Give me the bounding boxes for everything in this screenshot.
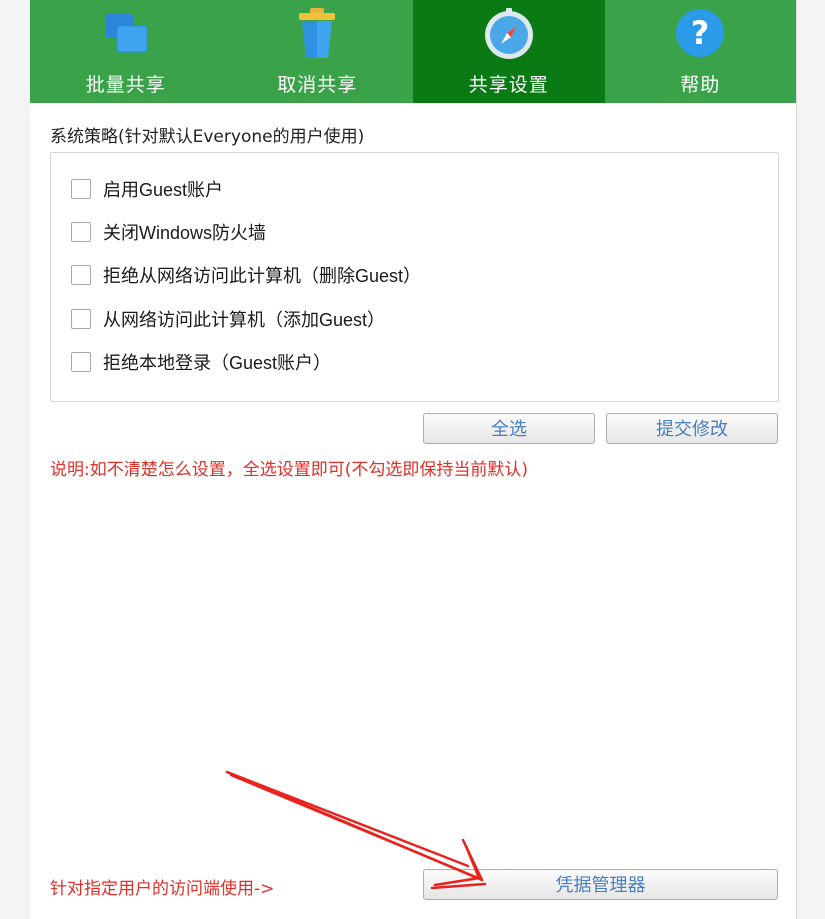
policy-group-box: 启用Guest账户 关闭Windows防火墙 拒绝从网络访问此计算机（删除Gue…	[50, 152, 779, 402]
tab-cancel-share[interactable]: 取消共享	[222, 0, 414, 103]
instruction-note: 说明:如不清楚怎么设置，全选设置即可(不勾选即保持当前默认)	[50, 460, 528, 480]
checkbox[interactable]	[71, 222, 91, 242]
option-label: 关闭Windows防火墙	[103, 223, 267, 243]
credential-hint: 针对指定用户的访问端使用->	[50, 879, 275, 899]
tab-bar: 批量共享 取消共享 共享设置 ? 帮助	[30, 0, 796, 103]
option-label: 从网络访问此计算机（添加Guest）	[103, 310, 386, 330]
option-label: 拒绝从网络访问此计算机（删除Guest）	[103, 266, 422, 286]
select-all-button[interactable]: 全选	[423, 413, 595, 444]
credential-manager-button[interactable]: 凭据管理器	[423, 869, 778, 900]
submit-changes-button[interactable]: 提交修改	[606, 413, 778, 444]
screen: 批量共享 取消共享 共享设置 ? 帮助 系统策略(针对默认Everyone的用户…	[0, 0, 825, 919]
svg-text:?: ?	[691, 14, 710, 52]
option-enable-guest[interactable]: 启用Guest账户	[71, 177, 223, 201]
help-question-icon: ?	[676, 9, 725, 57]
tab-label: 帮助	[680, 74, 721, 96]
option-label: 拒绝本地登录（Guest账户）	[103, 353, 332, 373]
checkbox[interactable]	[71, 309, 91, 329]
tab-batch-share[interactable]: 批量共享	[30, 0, 222, 103]
tab-label: 批量共享	[85, 74, 166, 96]
checkbox[interactable]	[71, 265, 91, 285]
option-disable-firewall[interactable]: 关闭Windows防火墙	[71, 220, 266, 244]
tab-share-settings[interactable]: 共享设置	[413, 0, 605, 103]
checkbox[interactable]	[71, 352, 91, 372]
option-label: 启用Guest账户	[103, 180, 224, 200]
tab-label: 取消共享	[277, 74, 358, 96]
share-tool-window: 批量共享 取消共享 共享设置 ? 帮助 系统策略(针对默认Everyone的用户…	[30, 0, 796, 919]
policy-group-title: 系统策略(针对默认Everyone的用户使用)	[50, 127, 365, 147]
checkbox[interactable]	[71, 179, 91, 199]
option-allow-network-access[interactable]: 从网络访问此计算机（添加Guest）	[71, 307, 385, 331]
trash-bin-icon	[299, 8, 336, 58]
tab-label: 共享设置	[468, 74, 549, 96]
compass-icon	[484, 8, 533, 59]
share-windows-icon	[104, 14, 148, 53]
background-left	[0, 0, 31, 919]
option-deny-local-logon[interactable]: 拒绝本地登录（Guest账户）	[71, 350, 331, 374]
option-deny-network-access[interactable]: 拒绝从网络访问此计算机（删除Guest）	[71, 263, 421, 287]
tab-help[interactable]: ? 帮助	[605, 0, 797, 103]
background-right	[796, 0, 825, 919]
